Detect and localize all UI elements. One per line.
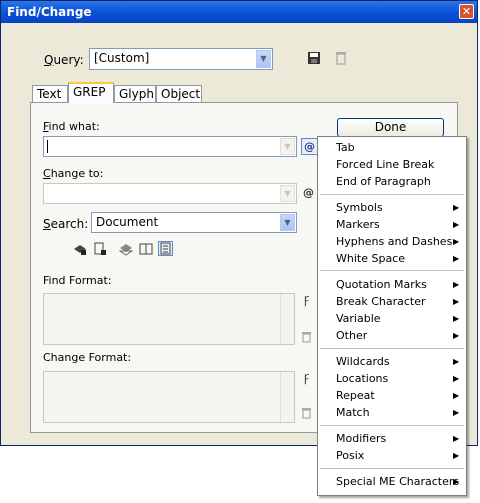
submenu-arrow-icon: ▶ — [453, 220, 460, 229]
menu-item-modifiers[interactable]: Modifiers ▶ — [336, 432, 459, 445]
clear-change-format-icon[interactable] — [299, 407, 314, 422]
special-characters-change-icon[interactable]: @ — [301, 185, 316, 200]
change-to-label: Change to: — [43, 167, 104, 180]
menu-item-markers[interactable]: Markers ▶ — [336, 218, 459, 231]
find-format-box[interactable] — [43, 293, 295, 345]
menu-item-posix[interactable]: Posix ▶ — [336, 449, 459, 462]
query-label: Query: — [44, 53, 84, 67]
find-what-label: Find what: — [43, 120, 100, 133]
submenu-arrow-icon: ▶ — [453, 477, 460, 486]
tab-grep[interactable]: GREP — [68, 82, 114, 103]
search-label: Search: — [43, 217, 89, 231]
chevron-down-icon: ▼ — [280, 138, 295, 155]
close-icon[interactable]: ✕ — [459, 4, 474, 19]
change-to-input[interactable]: ▼ — [43, 183, 297, 204]
title-bar[interactable]: Find/Change ✕ — [1, 1, 477, 23]
menu-item-repeat[interactable]: Repeat ▶ — [336, 389, 459, 402]
submenu-arrow-icon: ▶ — [453, 254, 460, 263]
find-what-input[interactable]: ▼ — [43, 136, 297, 157]
menu-item-variable[interactable]: Variable ▶ — [336, 312, 459, 325]
submenu-arrow-icon: ▶ — [453, 451, 460, 460]
submenu-arrow-icon: ▶ — [453, 280, 460, 289]
delete-query-icon[interactable] — [334, 51, 348, 65]
submenu-arrow-icon: ▶ — [453, 237, 460, 246]
menu-item-match[interactable]: Match ▶ — [336, 406, 459, 419]
menu-item-special-me-characters[interactable]: Special ME Characters ▶ — [336, 475, 459, 488]
include-locked-layers-icon[interactable] — [73, 242, 87, 256]
submenu-arrow-icon: ▶ — [453, 331, 460, 340]
include-hidden-layers-icon[interactable] — [118, 242, 134, 256]
find-format-scrollbar[interactable] — [280, 294, 294, 344]
submenu-arrow-icon: ▶ — [453, 374, 460, 383]
search-scope-value: Document — [96, 215, 159, 229]
chevron-down-icon: ▼ — [280, 214, 295, 231]
menu-separator — [320, 425, 464, 426]
search-scope-select[interactable]: Document ▼ — [91, 212, 297, 233]
include-locked-stories-icon[interactable] — [93, 242, 107, 256]
submenu-arrow-icon: ▶ — [453, 357, 460, 366]
submenu-arrow-icon: ▶ — [453, 314, 460, 323]
menu-item-wildcards[interactable]: Wildcards ▶ — [336, 355, 459, 368]
menu-item-white-space[interactable]: White Space ▶ — [336, 252, 459, 265]
menu-separator — [320, 348, 464, 349]
tab-glyph[interactable]: Glyph — [114, 85, 156, 102]
clear-find-format-icon[interactable] — [299, 331, 314, 346]
menu-item-tab[interactable]: Tab — [336, 141, 355, 154]
text-cursor — [47, 140, 48, 153]
chevron-down-icon: ▼ — [256, 50, 271, 68]
menu-separator — [320, 468, 464, 469]
save-query-icon[interactable] — [307, 51, 321, 65]
find-format-label: Find Format: — [43, 274, 112, 287]
submenu-arrow-icon: ▶ — [453, 391, 460, 400]
menu-item-symbols[interactable]: Symbols ▶ — [336, 201, 459, 214]
menu-item-end-of-paragraph[interactable]: End of Paragraph — [336, 175, 431, 188]
tab-object[interactable]: Object — [156, 85, 202, 102]
chevron-down-icon: ▼ — [280, 185, 295, 202]
dialog-title: Find/Change — [7, 5, 92, 19]
menu-item-other[interactable]: Other ▶ — [336, 329, 459, 342]
done-button[interactable]: Done — [337, 118, 444, 137]
menu-item-forced-line-break[interactable]: Forced Line Break — [336, 158, 434, 171]
tab-text[interactable]: Text — [32, 85, 68, 102]
submenu-arrow-icon: ▶ — [453, 434, 460, 443]
change-format-label: Change Format: — [43, 351, 132, 364]
menu-item-hyphens-and-dashes[interactable]: Hyphens and Dashes ▶ — [336, 235, 459, 248]
change-format-box[interactable] — [43, 371, 295, 423]
submenu-arrow-icon: ▶ — [453, 203, 460, 212]
special-characters-find-icon[interactable]: @ — [301, 138, 318, 155]
include-footnotes-icon[interactable] — [158, 241, 173, 256]
submenu-arrow-icon: ▶ — [453, 297, 460, 306]
submenu-arrow-icon: ▶ — [453, 408, 460, 417]
specify-find-format-icon[interactable]: Ꝼ — [299, 293, 314, 308]
menu-separator — [320, 270, 464, 271]
menu-item-quotation-marks[interactable]: Quotation Marks ▶ — [336, 278, 459, 291]
query-select[interactable]: [Custom] ▼ — [89, 48, 273, 70]
query-value: [Custom] — [94, 51, 150, 65]
menu-item-break-character[interactable]: Break Character ▶ — [336, 295, 459, 308]
special-characters-menu: Tab Forced Line Break End of Paragraph S… — [317, 136, 467, 496]
specify-change-format-icon[interactable]: Ꝼ — [299, 371, 314, 386]
menu-separator — [320, 194, 464, 195]
menu-item-locations[interactable]: Locations ▶ — [336, 372, 459, 385]
include-master-pages-icon[interactable] — [139, 242, 153, 256]
change-format-scrollbar[interactable] — [280, 372, 294, 422]
